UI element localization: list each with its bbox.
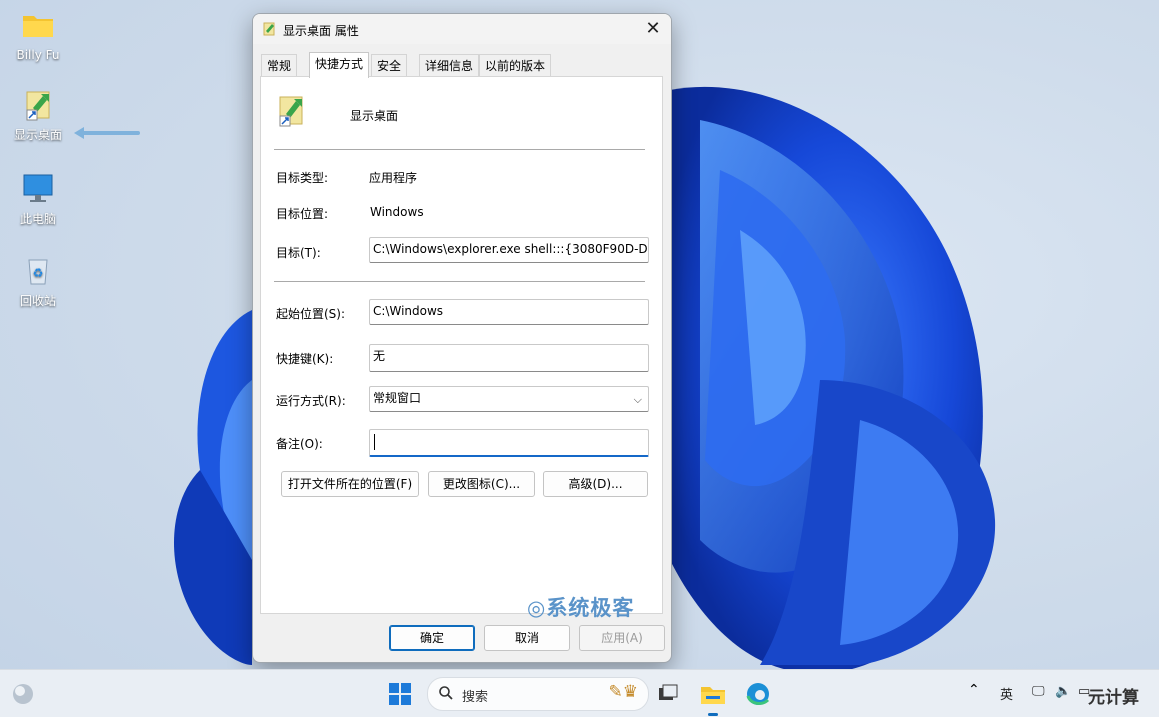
- tab-security[interactable]: 安全: [371, 54, 408, 77]
- desktop-icon-show-desktop[interactable]: 显示桌面: [3, 88, 73, 143]
- edge-browser-icon[interactable]: [742, 678, 774, 710]
- advanced-button[interactable]: 高级(D)...: [543, 471, 648, 497]
- monitor-icon: [21, 172, 55, 206]
- start-in-label: 起始位置(S):: [276, 307, 346, 321]
- widgets-icon[interactable]: [8, 679, 40, 711]
- comment-field[interactable]: [369, 429, 649, 457]
- target-type-label: 目标类型:: [276, 171, 329, 185]
- target-field[interactable]: C:\Windows\explorer.exe shell:::{3080F90…: [369, 237, 649, 263]
- watermark-text: 系统极客: [546, 596, 635, 620]
- desktop-icon-label: 回收站: [19, 294, 56, 308]
- desktop-icon-recycle-bin[interactable]: ♻ 回收站: [3, 254, 73, 309]
- svg-text:♻: ♻: [33, 266, 44, 280]
- desktop: Billy Fu 显示桌面 此电脑 ♻ 回收站 显示桌面 属性 ✕ 常规 快捷方…: [0, 0, 1159, 717]
- watermark: ◎系统极客: [527, 592, 634, 622]
- target-location-value: Windows: [370, 205, 424, 219]
- tab-shortcut[interactable]: 快捷方式: [309, 52, 370, 78]
- target-location-label: 目标位置:: [276, 207, 329, 221]
- shortcut-name: 显示桌面: [350, 109, 399, 123]
- tab-general[interactable]: 常规: [261, 54, 298, 77]
- watermark-logo-icon: ◎: [527, 596, 547, 620]
- search-icon: [438, 685, 454, 704]
- chevron-up-icon[interactable]: ⌃: [968, 682, 980, 698]
- show-desktop-shortcut-icon: [21, 88, 55, 122]
- apply-button[interactable]: 应用(A): [579, 625, 665, 651]
- ok-button[interactable]: 确定: [389, 625, 475, 651]
- shortcut-app-icon: [261, 21, 277, 40]
- task-view-icon[interactable]: [652, 678, 684, 710]
- tab-previous-versions[interactable]: 以前的版本: [479, 54, 552, 77]
- hotkey-field[interactable]: 无: [369, 344, 649, 372]
- change-icon-button[interactable]: 更改图标(C)...: [428, 471, 535, 497]
- run-select[interactable]: 常规窗口 ⌵: [369, 386, 649, 412]
- text-cursor: [374, 434, 375, 450]
- desktop-icon-this-pc[interactable]: 此电脑: [3, 172, 73, 227]
- tab-details[interactable]: 详细信息: [419, 54, 480, 77]
- target-label: 目标(T):: [276, 246, 321, 260]
- run-label: 运行方式(R):: [276, 394, 346, 408]
- taskbar-search[interactable]: 搜索 ✎♛: [427, 677, 649, 711]
- active-app-indicator: [708, 713, 718, 716]
- shortcut-tab-panel: 显示桌面 目标类型: 应用程序 目标位置: Windows 目标(T): C:\…: [260, 76, 663, 614]
- properties-dialog: 显示桌面 属性 ✕ 常规 快捷方式 安全 详细信息 以前的版本 显示桌面 目标类…: [252, 13, 672, 663]
- recycle-bin-icon: ♻: [21, 254, 55, 288]
- volume-icon[interactable]: 🔈: [1055, 684, 1071, 699]
- search-placeholder: 搜索: [462, 690, 489, 705]
- separator: [274, 149, 645, 150]
- open-file-location-button[interactable]: 打开文件所在的位置(F): [281, 471, 419, 497]
- start-button[interactable]: [384, 678, 416, 710]
- dialog-title: 显示桌面 属性: [283, 24, 359, 38]
- taskbar: 搜索 ✎♛ ⌃ 英 🖵 🔈 ▭: [0, 669, 1159, 717]
- separator: [274, 281, 645, 282]
- cancel-button[interactable]: 取消: [484, 625, 570, 651]
- shortcut-large-icon: [276, 94, 308, 131]
- desktop-icon-label: Billy Fu: [16, 48, 60, 62]
- corner-watermark-text: 元计算: [1088, 688, 1139, 708]
- folder-icon: [21, 10, 55, 44]
- close-button[interactable]: ✕: [641, 17, 665, 41]
- target-type-value: 应用程序: [369, 171, 418, 185]
- input-language-indicator[interactable]: 英: [1000, 684, 1013, 703]
- run-select-value: 常规窗口: [373, 391, 422, 405]
- desktop-icon-user-folder[interactable]: Billy Fu: [3, 10, 73, 62]
- chevron-down-icon: ⌵: [633, 393, 642, 406]
- search-highlight-icon: ✎♛: [608, 682, 638, 702]
- comment-label: 备注(O):: [276, 437, 323, 451]
- hotkey-label: 快捷键(K):: [276, 352, 334, 366]
- annotation-arrow-left-icon: [74, 127, 140, 139]
- start-in-field[interactable]: C:\Windows: [369, 299, 649, 325]
- network-icon[interactable]: 🖵: [1032, 684, 1045, 699]
- file-explorer-icon[interactable]: [697, 678, 729, 716]
- title-bar[interactable]: 显示桌面 属性 ✕: [253, 14, 671, 44]
- desktop-icon-label: 显示桌面: [13, 128, 62, 142]
- desktop-icon-label: 此电脑: [19, 212, 56, 226]
